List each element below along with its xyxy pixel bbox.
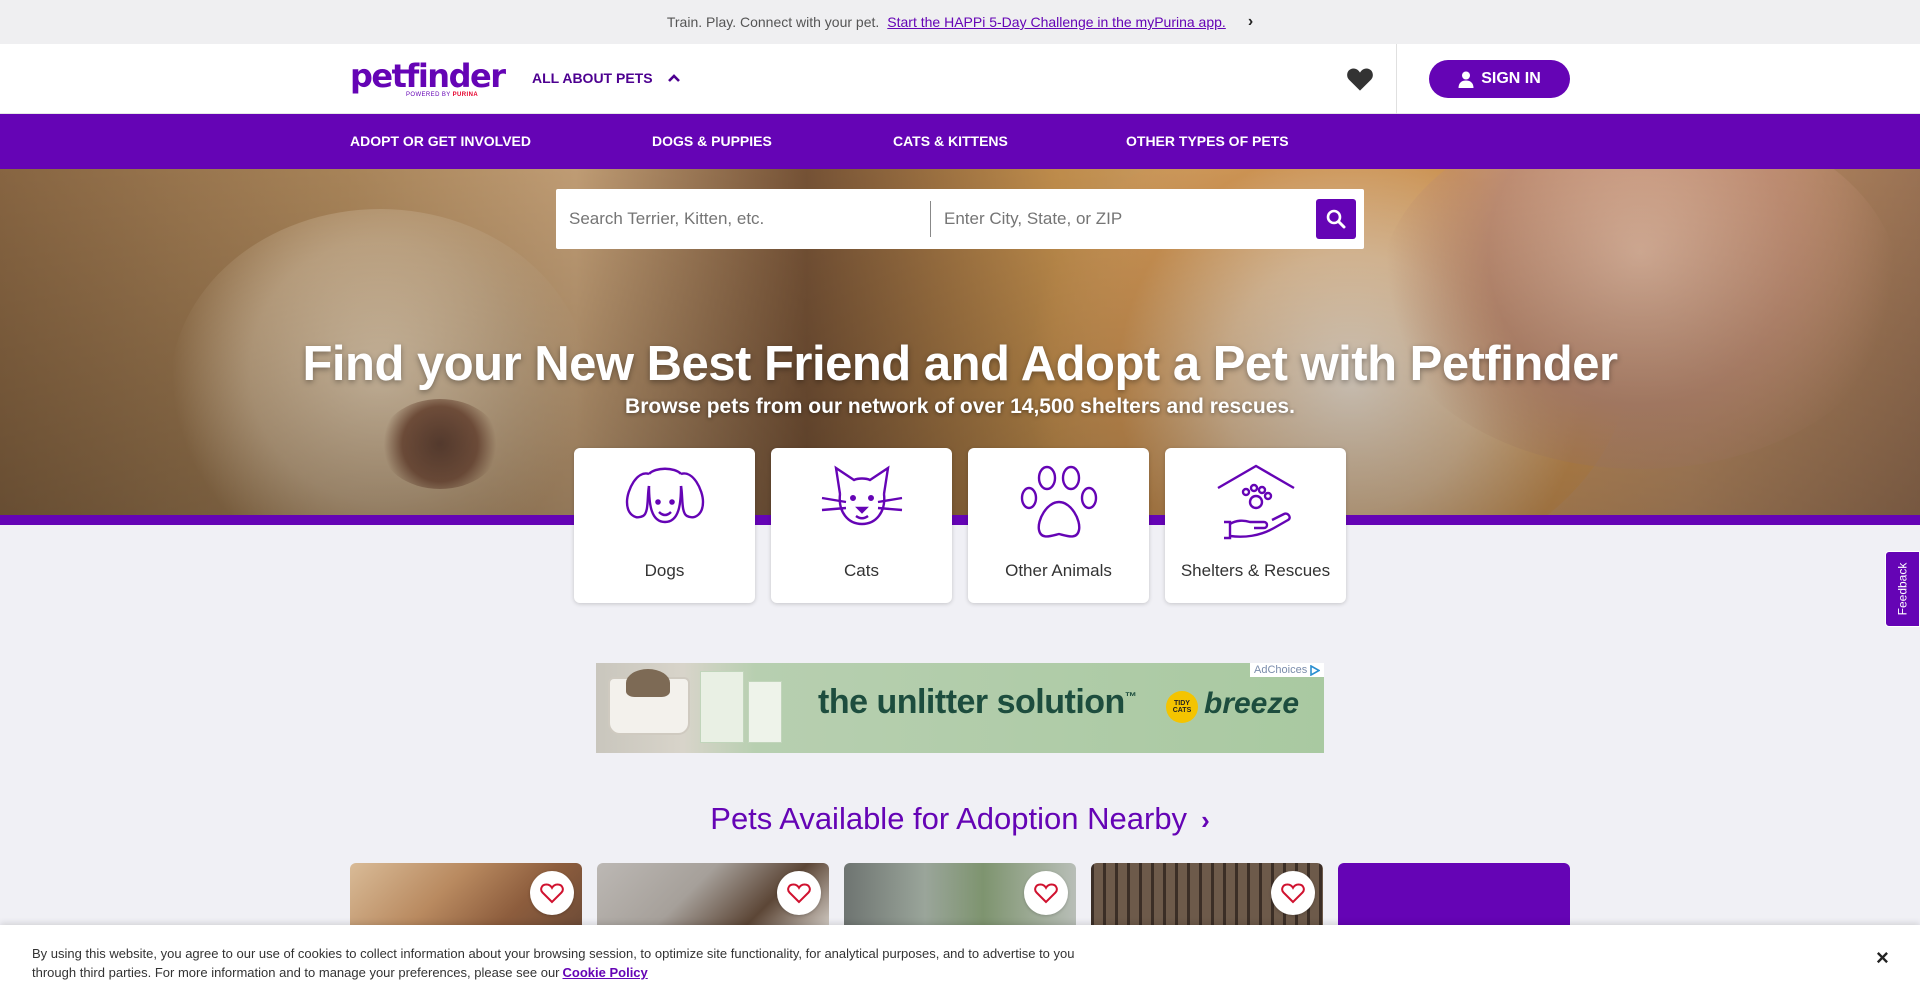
pet-card[interactable]	[1091, 863, 1323, 933]
sign-in-label: SIGN IN	[1481, 70, 1541, 87]
sign-in-button[interactable]: SIGN IN	[1429, 60, 1570, 98]
chevron-right-icon[interactable]: ›	[1248, 13, 1253, 31]
adchoices-icon	[1310, 664, 1321, 676]
adchoices-link[interactable]: AdChoices	[1250, 663, 1324, 677]
ad-product-box	[748, 681, 782, 743]
close-icon[interactable]: ×	[1876, 945, 1889, 971]
pets-nearby-link[interactable]: Pets Available for Adoption Nearby ›	[0, 801, 1920, 837]
main-nav: ADOPT OR GET INVOLVED DOGS & PUPPIES CAT…	[0, 114, 1920, 169]
search-icon	[1326, 209, 1346, 229]
heart-outline-icon	[1034, 883, 1058, 904]
adchoices-label: AdChoices	[1254, 664, 1308, 676]
shelter-icon	[1216, 464, 1295, 540]
promo-text: Train. Play. Connect with your pet.	[666, 14, 880, 30]
heart-outline-icon	[540, 883, 564, 904]
category-card-shelters-rescues[interactable]: Shelters & Rescues	[1165, 448, 1346, 603]
ad-tidy-cats-badge: TIDY CATS	[1166, 691, 1198, 723]
cookie-text: By using this website, you agree to our …	[32, 946, 1075, 980]
pet-card[interactable]	[597, 863, 829, 933]
ad-banner[interactable]: the unlitter solution™ TIDY CATS breeze …	[596, 663, 1324, 753]
cookie-policy-link[interactable]: Cookie Policy	[563, 965, 648, 980]
ad-brand: breeze	[1204, 687, 1300, 720]
ad-slogan: the unlitter solution™	[818, 683, 1137, 721]
search-bar	[556, 189, 1364, 249]
nav-dogs-puppies[interactable]: DOGS & PUPPIES	[652, 133, 772, 149]
cookie-banner: By using this website, you agree to our …	[0, 925, 1920, 993]
favorite-button[interactable]	[1024, 871, 1068, 915]
chevron-right-icon: ›	[1201, 805, 1210, 835]
category-label-dogs: Dogs	[644, 561, 685, 580]
hero-title: Find your New Best Friend and Adopt a Pe…	[302, 337, 1618, 391]
promo-link[interactable]: Start the HAPPi 5-Day Challenge in the m…	[887, 14, 1226, 30]
category-label-other-animals: Other Animals	[1005, 561, 1112, 580]
favorite-button[interactable]	[777, 871, 821, 915]
pet-card[interactable]	[844, 863, 1076, 933]
logo-wordmark: petfinder	[350, 57, 506, 95]
hero-bottom-stripe	[0, 515, 1920, 525]
ad-cat-image	[626, 669, 670, 697]
header-divider	[1396, 44, 1397, 114]
promo-bar: Train. Play. Connect with your pet. Star…	[0, 0, 1920, 44]
site-header: petfinder POWERED BY PURINA ALL ABOUT PE…	[0, 44, 1920, 114]
category-card-dogs[interactable]: Dogs	[574, 448, 755, 603]
location-input[interactable]	[931, 189, 1316, 249]
user-icon	[1458, 71, 1474, 88]
dog-icon	[625, 467, 704, 524]
heart-outline-icon	[1281, 883, 1305, 904]
nav-adopt-or-get-involved[interactable]: ADOPT OR GET INVOLVED	[350, 133, 531, 149]
category-label-cats: Cats	[844, 561, 879, 580]
pet-search-input[interactable]	[556, 189, 930, 249]
cat-icon	[821, 465, 902, 526]
feedback-label: Feedback	[1895, 562, 1910, 616]
pet-card[interactable]	[350, 863, 582, 933]
category-card-other-animals[interactable]: Other Animals	[968, 448, 1149, 603]
all-about-pets-label: ALL ABOUT PETS	[532, 70, 653, 86]
all-about-pets-menu[interactable]: ALL ABOUT PETS	[532, 70, 681, 86]
hero-subtitle: Browse pets from our network of over 14,…	[625, 395, 1295, 418]
heart-outline-icon	[787, 883, 811, 904]
more-pets-card[interactable]	[1338, 863, 1570, 933]
ad-product-box	[700, 671, 744, 743]
heart-icon[interactable]	[1346, 66, 1374, 92]
nav-cats-kittens[interactable]: CATS & KITTENS	[893, 133, 1008, 149]
petfinder-logo[interactable]: petfinder POWERED BY PURINA	[350, 57, 506, 98]
category-label-shelters-rescues: Shelters & Rescues	[1180, 561, 1331, 580]
paw-icon	[1020, 465, 1097, 538]
category-card-cats[interactable]: Cats	[771, 448, 952, 603]
hero-banner: Find your New Best Friend and Adopt a Pe…	[0, 169, 1920, 525]
nav-other-types-of-pets[interactable]: OTHER TYPES OF PETS	[1126, 133, 1289, 149]
search-button[interactable]	[1316, 199, 1356, 239]
feedback-tab[interactable]: Feedback	[1885, 551, 1920, 627]
favorite-button[interactable]	[1271, 871, 1315, 915]
favorite-button[interactable]	[530, 871, 574, 915]
pets-nearby-title: Pets Available for Adoption Nearby	[710, 801, 1188, 836]
chevron-up-icon	[667, 74, 680, 82]
